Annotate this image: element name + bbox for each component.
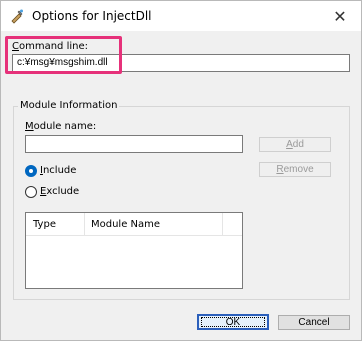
module-information-title: Module Information — [18, 100, 120, 111]
column-header-type[interactable]: Type — [33, 219, 56, 230]
close-icon: ✕ — [333, 6, 347, 26]
module-name-input[interactable] — [25, 135, 243, 153]
cancel-button[interactable]: Cancel — [278, 315, 350, 330]
window-title: Options for InjectDll — [32, 9, 152, 23]
module-list-header: Type Module Name — [26, 213, 242, 236]
remove-button[interactable]: Remove — [259, 162, 331, 177]
highlight-annotation — [5, 36, 122, 74]
include-radio[interactable] — [25, 165, 37, 177]
exclude-label: Exclude — [40, 186, 80, 197]
ok-button[interactable]: OK — [197, 314, 269, 330]
column-separator[interactable] — [222, 213, 223, 235]
include-label: Include — [40, 165, 77, 176]
column-separator[interactable] — [84, 213, 85, 235]
title-bar: Options for InjectDll ✕ — [1, 1, 361, 31]
exclude-radio[interactable] — [25, 186, 37, 198]
module-name-label: Module name: — [25, 121, 97, 132]
focus-rectangle — [201, 317, 265, 327]
add-button[interactable]: Add — [259, 137, 331, 152]
close-button[interactable]: ✕ — [319, 1, 361, 31]
column-header-module-name[interactable]: Module Name — [91, 219, 160, 230]
module-list[interactable]: Type Module Name — [25, 212, 243, 289]
inject-dll-icon — [11, 9, 23, 24]
options-dialog: Options for InjectDll ✕ Command line: Mo… — [0, 0, 362, 341]
